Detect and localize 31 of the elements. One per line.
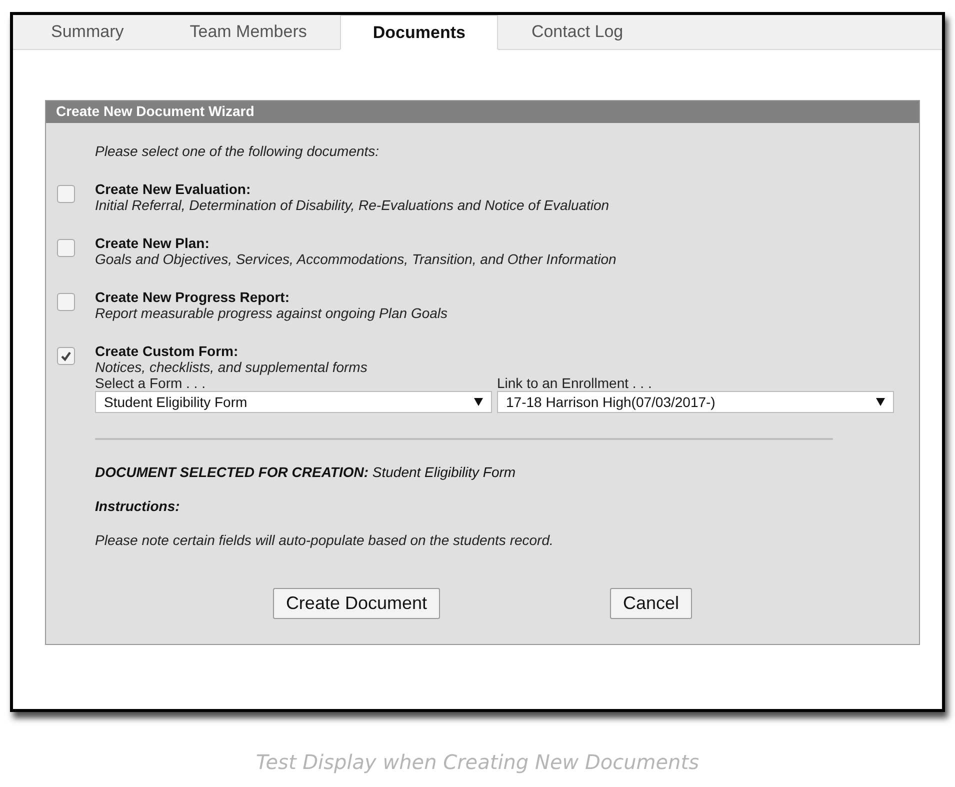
instructions-text: Please note certain fields will auto-populate based on the students record.	[95, 532, 554, 548]
option-title: Create Custom Form:	[95, 343, 240, 359]
tab[interactable]: Team Members	[156, 15, 340, 49]
option-title: Create New Evaluation:	[95, 181, 252, 197]
prompt-text: Please select one of the following documents:	[95, 143, 380, 159]
tab[interactable]: Contact Log	[498, 15, 656, 49]
dropdown-arrow-icon	[474, 398, 483, 406]
dropdown[interactable]: Student Eligibility Form	[95, 391, 492, 413]
checkbox[interactable]	[57, 185, 75, 203]
caption: Test Display when Creating New Documents	[254, 750, 700, 774]
dropdown[interactable]: 17-18 Harrison High(07/03/2017-)	[497, 391, 894, 413]
checkbox[interactable]	[57, 239, 75, 257]
option-title: Create New Progress Report:	[95, 289, 291, 305]
option-description: Notices, checklists, and supplemental forms	[95, 359, 368, 375]
selected-document-text: DOCUMENT SELECTED FOR CREATION: Student Eligibility Form	[95, 464, 517, 480]
field-label: Select a Form . . .	[95, 375, 206, 391]
field-label: Link to an Enrollment . . .	[497, 375, 653, 391]
tab[interactable]: Documents	[340, 15, 498, 50]
instructions-label: Instructions:	[95, 498, 181, 514]
option-description: Goals and Objectives, Services, Accommodations, Transition, and Other Information	[95, 251, 616, 267]
tab[interactable]: Summary	[18, 15, 157, 49]
checkbox[interactable]	[57, 347, 75, 365]
action-button[interactable]: Create Document	[272, 588, 440, 619]
checkbox[interactable]	[57, 293, 75, 311]
option-description: Initial Referral, Determination of Disability, Re-Evaluations and Notice of Evaluation	[95, 197, 610, 213]
option-description: Report measurable progress against ongoing Plan Goals	[95, 305, 448, 321]
action-button[interactable]: Cancel	[610, 588, 692, 619]
panel-title: Create New Document Wizard	[46, 101, 919, 123]
checkmark-icon	[60, 350, 72, 362]
dropdown-arrow-icon	[876, 398, 885, 406]
option-title: Create New Plan:	[95, 235, 210, 251]
